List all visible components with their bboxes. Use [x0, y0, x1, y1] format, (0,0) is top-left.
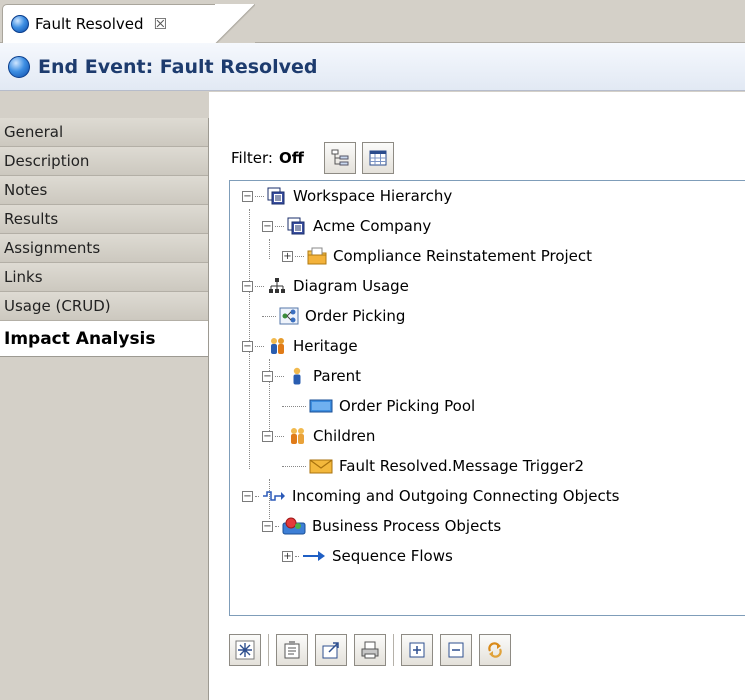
nav-item-label: Notes	[4, 181, 48, 199]
nav-item-label: Results	[4, 210, 59, 228]
tree-row-label: Parent	[313, 367, 362, 385]
nav-item-general[interactable]: General	[0, 118, 208, 147]
tab-fault-resolved[interactable]: Fault Resolved ☒	[2, 4, 255, 44]
tree-row-label: Heritage	[293, 337, 358, 355]
connector-icon	[263, 491, 285, 501]
collapse-icon[interactable]: −	[262, 370, 273, 382]
snowflake-icon	[235, 640, 255, 660]
envelope-icon	[309, 459, 333, 474]
tree-row[interactable]: Order Picking Pool	[282, 391, 475, 421]
tree-row[interactable]: − Incoming and Outgoing Connecting Objec…	[242, 481, 619, 511]
tree-row-label: Order Picking Pool	[339, 397, 476, 415]
collapse-all-icon	[448, 642, 464, 658]
nav-item-results[interactable]: Results	[0, 205, 208, 234]
table-view-button[interactable]	[361, 142, 394, 174]
company-icon	[287, 217, 305, 235]
tree-row-label: Acme Company	[313, 217, 432, 235]
tree-row[interactable]: − Parent	[262, 361, 361, 391]
pool-icon	[309, 399, 333, 413]
tab-label: Fault Resolved	[35, 15, 144, 33]
tree-view-button[interactable]	[323, 142, 356, 174]
properties-button[interactable]	[276, 634, 308, 666]
tree-row-label: Order Picking	[305, 307, 406, 325]
end-event-icon	[8, 55, 30, 78]
nav-item-assignments[interactable]: Assignments	[0, 234, 208, 263]
collapse-icon[interactable]: −	[262, 430, 273, 442]
filter-label: Filter:	[231, 149, 273, 167]
nav-item-links[interactable]: Links	[0, 263, 208, 292]
arrow-right-icon	[303, 551, 325, 561]
tree-row[interactable]: − Heritage	[242, 331, 358, 361]
bottom-toolbar	[229, 634, 518, 666]
tree-row[interactable]: + Sequence Flows	[282, 541, 453, 571]
export-icon	[322, 642, 339, 659]
filter-value: Off	[278, 149, 304, 167]
tree-row-label: Compliance Reinstatement Project	[333, 247, 593, 265]
nav-item-label: Impact Analysis	[4, 328, 156, 349]
collapse-all-button[interactable]	[440, 634, 472, 666]
impact-tree[interactable]: − Workspace Hierarchy − Acme Company + C…	[229, 180, 745, 616]
refresh-icon	[488, 642, 502, 658]
tree-row-label: Fault Resolved.Message Trigger2	[339, 457, 585, 475]
people-icon	[291, 428, 304, 444]
collapse-icon[interactable]: −	[262, 220, 273, 232]
snowflake-button[interactable]	[229, 634, 261, 666]
tree-row[interactable]: − Workspace Hierarchy	[242, 181, 452, 211]
expand-all-icon	[409, 642, 425, 658]
tree-row-label: Business Process Objects	[312, 517, 502, 535]
people-icon	[271, 338, 284, 354]
refresh-button[interactable]	[479, 634, 511, 666]
tree-row-label: Sequence Flows	[332, 547, 453, 565]
properties-icon	[284, 641, 300, 659]
diagram-icon	[279, 307, 299, 325]
end-event-icon	[11, 15, 29, 33]
printer-icon	[361, 641, 379, 659]
workspace-icon	[267, 187, 285, 205]
table-view-icon	[369, 150, 387, 166]
expand-all-button[interactable]	[401, 634, 433, 666]
hierarchy-icon	[269, 278, 285, 293]
tree-row[interactable]: + Compliance Reinstatement Project	[282, 241, 592, 271]
collapse-icon[interactable]: −	[242, 490, 253, 502]
tree-row-label: Workspace Hierarchy	[293, 187, 453, 205]
close-icon[interactable]: ☒	[154, 15, 167, 33]
collapse-icon[interactable]: −	[242, 190, 253, 202]
collapse-icon[interactable]: −	[242, 340, 253, 352]
filter-row: Filter: Off	[231, 142, 394, 174]
nav-item-label: Assignments	[4, 239, 101, 257]
expand-icon[interactable]: +	[282, 250, 293, 262]
process-objects-icon	[282, 517, 306, 535]
nav-item-impact-analysis[interactable]: Impact Analysis	[0, 321, 208, 357]
editor-title-bar: End Event: Fault Resolved	[0, 43, 745, 91]
tree-row-label: Incoming and Outgoing Connecting Objects	[292, 487, 620, 505]
nav-item-label: Usage (CRUD)	[4, 297, 111, 315]
expand-icon[interactable]: +	[282, 550, 293, 562]
nav-item-label: General	[4, 123, 64, 141]
folder-icon	[307, 247, 327, 265]
export-button[interactable]	[315, 634, 347, 666]
nav-item-notes[interactable]: Notes	[0, 176, 208, 205]
tree-view-icon	[331, 149, 349, 166]
tree-row[interactable]: Fault Resolved.Message Trigger2	[282, 451, 584, 481]
page-title: End Event: Fault Resolved	[38, 55, 318, 78]
tree-row[interactable]: Order Picking	[262, 301, 405, 331]
nav-item-description[interactable]: Description	[0, 147, 208, 176]
impact-analysis-panel: Filter: Off − Workspace Hierarchy − Acme…	[209, 92, 745, 700]
print-button[interactable]	[354, 634, 386, 666]
tree-row[interactable]: − Diagram Usage	[242, 271, 409, 301]
nav-item-label: Links	[4, 268, 43, 286]
tree-row[interactable]: − Acme Company	[262, 211, 431, 241]
nav-item-usage-crud[interactable]: Usage (CRUD)	[0, 292, 208, 321]
tree-row[interactable]: − Children	[262, 421, 375, 451]
tree-row-label: Children	[313, 427, 376, 445]
properties-nav: General Description Notes Results Assign…	[0, 118, 209, 700]
person-icon	[293, 367, 301, 385]
nav-item-label: Description	[4, 152, 90, 170]
collapse-icon[interactable]: −	[262, 520, 273, 532]
tree-row[interactable]: − Business Process Objects	[262, 511, 501, 541]
collapse-icon[interactable]: −	[242, 280, 253, 292]
editor-tab-strip: Fault Resolved ☒	[0, 0, 745, 44]
tree-row-label: Diagram Usage	[293, 277, 409, 295]
